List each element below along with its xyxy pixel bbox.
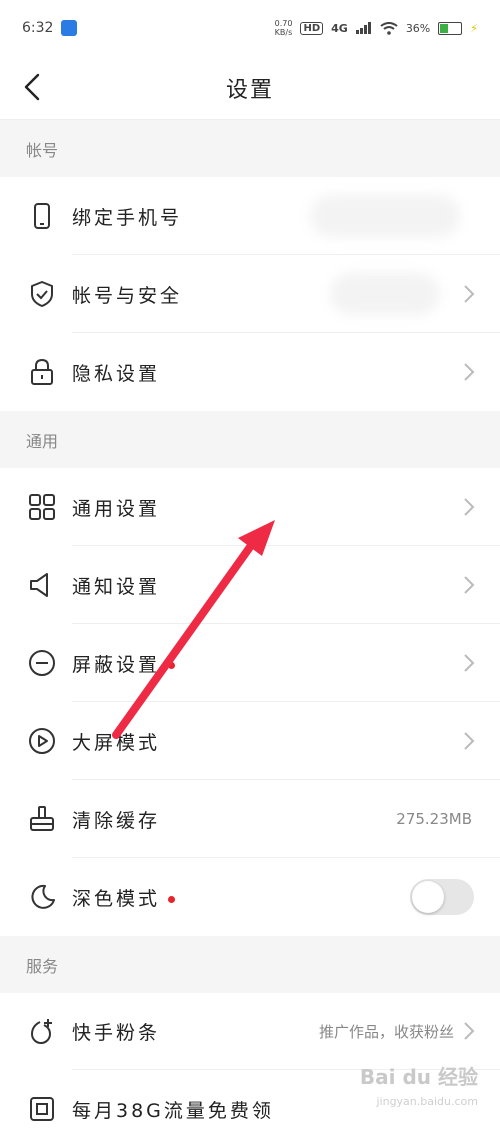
phone-icon — [34, 203, 50, 229]
section-header-account: 帐号 — [0, 120, 500, 177]
minus-circle-icon — [29, 650, 55, 676]
new-badge-dot — [168, 895, 176, 903]
fans-icon — [30, 1019, 52, 1044]
grid-icon — [29, 494, 55, 520]
settings-item-label: 通知设置 — [72, 575, 161, 598]
nav-header: 设置 — [0, 56, 500, 120]
settings-item-clear-cache[interactable]: 清除缓存 275.23MB — [0, 780, 500, 858]
redacted-phone-value — [310, 195, 460, 237]
chevron-right-icon — [464, 1022, 475, 1040]
fans-promo-text: 推广作品，收获粉丝 — [318, 1022, 454, 1041]
charging-icon: ⚡ — [470, 21, 478, 35]
redacted-value — [330, 273, 440, 315]
shield-icon — [31, 281, 53, 307]
settings-item-account-security[interactable]: 帐号与安全 — [0, 255, 500, 333]
chevron-right-icon — [464, 576, 475, 594]
wifi-icon — [380, 21, 398, 35]
section-header-service: 服务 — [0, 936, 500, 993]
signal-icon — [355, 22, 371, 34]
settings-item-label: 绑定手机号 — [72, 206, 183, 229]
lock-icon — [31, 358, 53, 385]
settings-item-label: 大屏模式 — [72, 731, 161, 754]
settings-item-label: 深色模式 — [72, 884, 176, 911]
network-type: 4G — [331, 21, 348, 35]
cache-size-value: 275.23MB — [396, 810, 472, 828]
settings-item-label: 每月38G流量免费领 — [72, 1099, 274, 1122]
settings-item-label: 通用设置 — [72, 497, 161, 520]
settings-item-label: 清除缓存 — [72, 809, 161, 832]
baidu-watermark: Bai du 经验 — [359, 1065, 478, 1089]
new-badge-dot — [168, 661, 176, 669]
app-notification-icon — [61, 20, 78, 36]
settings-item-fans[interactable]: 快手粉条 推广作品，收获粉丝 — [0, 992, 500, 1070]
battery-icon — [438, 21, 463, 35]
status-bar: 6:32 0.70 KB/s HD 4G 36% ⚡ — [0, 0, 500, 56]
net-speed: 0.70 KB/s — [274, 19, 293, 37]
settings-item-label: 屏蔽设置 — [72, 650, 176, 677]
settings-item-label: 快手粉条 — [72, 1021, 161, 1044]
section-header-general: 通用 — [0, 411, 500, 468]
sim-icon — [30, 1097, 54, 1121]
battery-percent: 36% — [405, 21, 431, 35]
hd-badge: HD — [300, 21, 324, 35]
settings-item-label: 隐私设置 — [72, 362, 161, 385]
chevron-right-icon — [464, 363, 475, 381]
baidu-watermark-url: jingyan.baidu.com — [376, 1095, 478, 1108]
settings-item-privacy[interactable]: 隐私设置 — [0, 333, 500, 411]
settings-item-notification[interactable]: 通知设置 — [0, 546, 500, 624]
moon-icon — [31, 884, 55, 909]
back-icon[interactable] — [16, 70, 50, 104]
chevron-right-icon — [464, 285, 475, 303]
settings-item-dark-mode: 深色模式 — [0, 858, 500, 936]
status-time: 6:32 — [22, 20, 54, 36]
settings-item-label: 帐号与安全 — [72, 284, 183, 307]
speaker-icon — [30, 573, 48, 597]
play-icon — [29, 728, 55, 754]
settings-item-block[interactable]: 屏蔽设置 — [0, 624, 500, 702]
chevron-right-icon — [464, 498, 475, 516]
toggle-knob — [412, 881, 444, 913]
page-title: 设置 — [225, 77, 274, 103]
dark-mode-toggle[interactable] — [410, 879, 474, 915]
settings-item-general[interactable]: 通用设置 — [0, 468, 500, 546]
settings-item-bind-phone[interactable]: 绑定手机号 — [0, 177, 500, 255]
chevron-right-icon — [464, 654, 475, 672]
brush-icon — [30, 806, 54, 831]
settings-item-bigscreen[interactable]: 大屏模式 — [0, 702, 500, 780]
chevron-right-icon — [464, 732, 475, 750]
